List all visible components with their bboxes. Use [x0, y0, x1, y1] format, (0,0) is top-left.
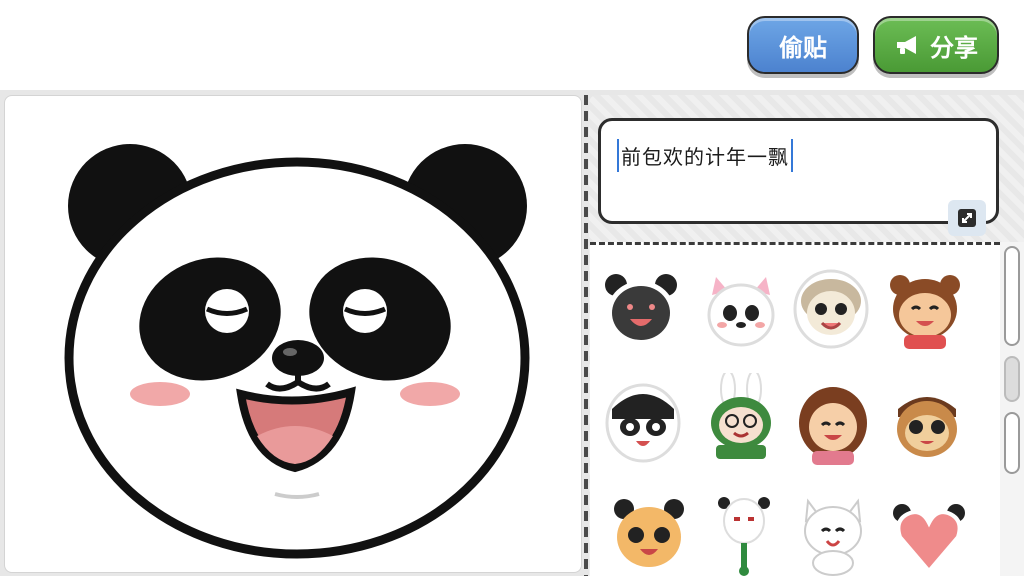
sticker-item[interactable]: [792, 265, 870, 353]
preview-panel: [4, 95, 582, 573]
sticker-item[interactable]: [794, 379, 872, 467]
copy-button[interactable]: 偷贴: [747, 16, 859, 74]
sticker-text-input[interactable]: 前包欢的计年一飘: [598, 118, 999, 224]
sticker-text-value: 前包欢的计年一飘: [617, 139, 793, 172]
panel-divider: [584, 95, 588, 576]
scrollbar-thumb-secondary[interactable]: [1004, 356, 1020, 402]
sticker-item[interactable]: [702, 373, 780, 461]
share-button[interactable]: 分享: [873, 16, 999, 74]
panda-face-preview: [64, 144, 530, 559]
sticker-item[interactable]: [604, 379, 682, 467]
sticker-item[interactable]: [602, 267, 680, 355]
sticker-item[interactable]: [610, 491, 688, 576]
sticker-scrollbar[interactable]: [1000, 242, 1024, 576]
sticker-item[interactable]: [886, 265, 964, 353]
copy-button-label: 偷贴: [779, 33, 827, 62]
sticker-item[interactable]: [702, 267, 780, 355]
scrollbar-track-segment[interactable]: [1004, 412, 1020, 474]
share-button-label: 分享: [930, 33, 978, 62]
sticker-item[interactable]: [706, 491, 784, 576]
scrollbar-thumb[interactable]: [1004, 246, 1020, 346]
resize-icon[interactable]: [948, 200, 986, 236]
sticker-item[interactable]: [890, 491, 968, 576]
sticker-item[interactable]: [794, 491, 872, 576]
megaphone-icon: [894, 33, 922, 57]
sticker-item[interactable]: [888, 379, 966, 467]
top-toolbar: 偷贴 分享: [0, 0, 1024, 90]
sticker-grid: [590, 242, 1000, 576]
